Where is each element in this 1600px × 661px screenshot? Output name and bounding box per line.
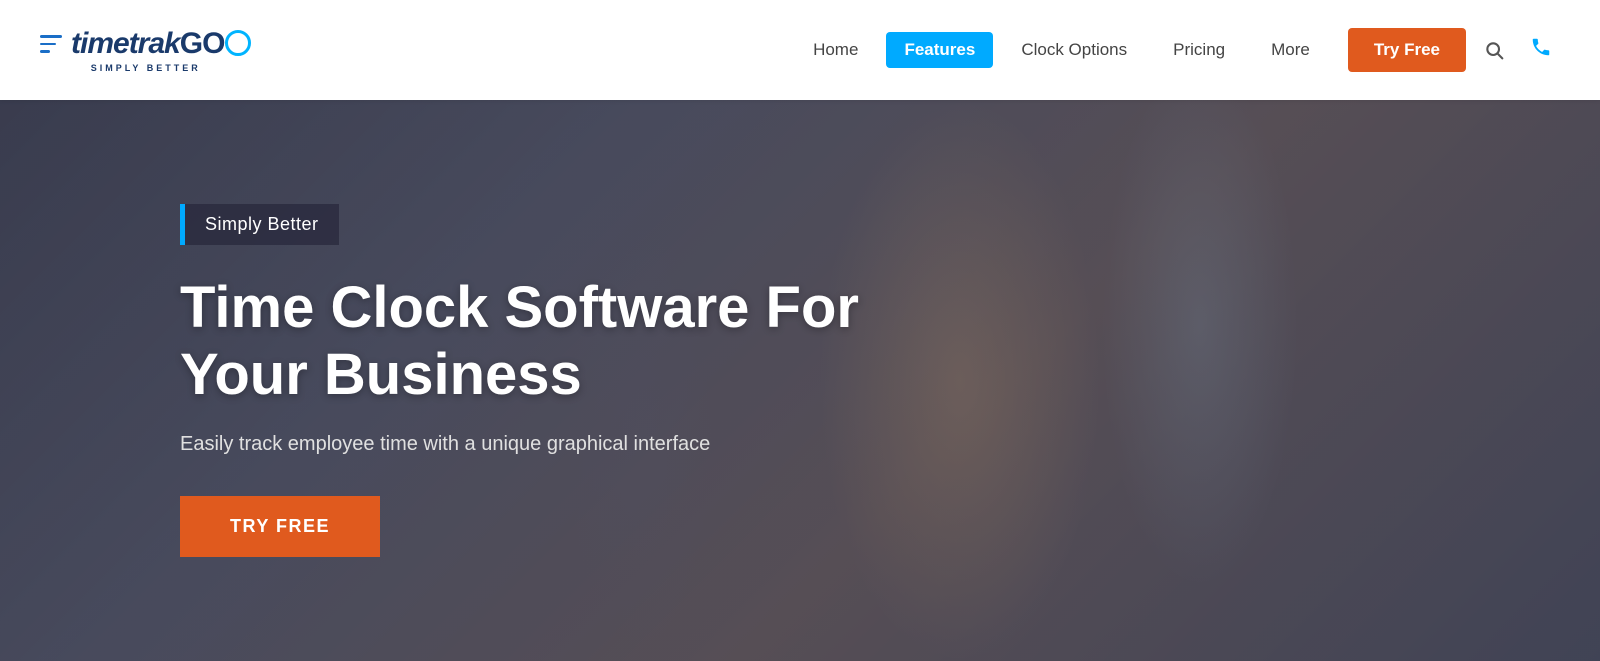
phone-icon[interactable]	[1522, 28, 1560, 72]
hero-cta-button[interactable]: TRY FREE	[180, 496, 380, 557]
simply-better-badge: Simply Better	[180, 204, 339, 245]
main-nav: Home Features Clock Options Pricing More…	[795, 28, 1560, 72]
nav-try-free-button[interactable]: Try Free	[1348, 28, 1466, 72]
hero-subtitle: Easily track employee time with a unique…	[180, 433, 859, 456]
nav-more[interactable]: More	[1253, 32, 1328, 68]
hero-title-line1: Time Clock Software For	[180, 275, 859, 340]
nav-home[interactable]: Home	[795, 32, 876, 68]
speed-line-1	[40, 35, 62, 38]
badge-text: Simply Better	[205, 214, 319, 235]
nav-clock-options[interactable]: Clock Options	[1003, 32, 1145, 68]
logo-ring-icon	[225, 30, 251, 56]
nav-features[interactable]: Features	[886, 32, 993, 68]
nav-pricing[interactable]: Pricing	[1155, 32, 1243, 68]
site-header: timetrakGO SIMPLY BETTER Home Features C…	[0, 0, 1600, 100]
hero-title: Time Clock Software For Your Business	[180, 275, 859, 408]
hero-section: Simply Better Time Clock Software For Yo…	[0, 100, 1600, 661]
logo[interactable]: timetrakGO SIMPLY BETTER	[40, 27, 251, 73]
speed-line-2	[40, 43, 56, 46]
logo-subtitle: SIMPLY BETTER	[91, 63, 201, 73]
logo-text: timetrakGO	[71, 27, 251, 61]
search-icon[interactable]	[1476, 32, 1512, 68]
speed-line-3	[40, 50, 50, 53]
hero-title-line2: Your Business	[180, 342, 582, 407]
hero-content: Simply Better Time Clock Software For Yo…	[180, 204, 859, 556]
